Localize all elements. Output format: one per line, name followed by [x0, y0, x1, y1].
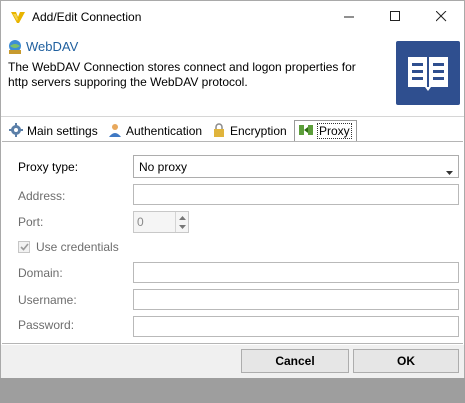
address-label: Address:: [18, 189, 66, 203]
window-title: Add/Edit Connection: [32, 10, 142, 24]
tab-label: Encryption: [230, 124, 287, 138]
proxy-type-select[interactable]: No proxy: [133, 155, 459, 178]
tab-main-settings[interactable]: Main settings: [5, 121, 102, 141]
minimize-icon[interactable]: [326, 1, 372, 32]
dialog-window: Add/Edit Connection WebDAV The WebDAV Co…: [0, 0, 465, 378]
tab-label: Main settings: [27, 124, 98, 138]
lock-icon: [212, 122, 226, 140]
maximize-icon[interactable]: [372, 1, 418, 32]
domain-input[interactable]: [133, 262, 459, 283]
proxy-panel: Proxy type: No proxy Address: Port: 0 Us…: [2, 141, 463, 344]
spin-up-icon[interactable]: [178, 213, 187, 222]
proxy-icon: [299, 123, 313, 140]
title-bar: Add/Edit Connection: [1, 1, 464, 32]
username-label: Username:: [18, 293, 77, 307]
password-label: Password:: [18, 318, 75, 332]
close-icon[interactable]: [418, 1, 464, 32]
tab-strip: Main settings Authentication Encryption: [1, 119, 464, 141]
spinner-buttons: [175, 212, 188, 232]
checkbox-box: [18, 241, 30, 253]
port-label: Port:: [18, 215, 44, 229]
app-logo-icon: [10, 10, 26, 24]
address-input[interactable]: [133, 184, 459, 205]
dialog-footer: Cancel OK: [1, 345, 464, 378]
password-input[interactable]: [133, 316, 459, 337]
header-description: The WebDAV Connection stores connect and…: [8, 60, 356, 89]
spin-down-icon[interactable]: [178, 222, 187, 231]
use-credentials-checkbox[interactable]: Use credentials: [18, 240, 119, 254]
tab-encryption[interactable]: Encryption: [208, 121, 291, 141]
tab-proxy[interactable]: Proxy: [294, 120, 357, 141]
tab-label: Proxy: [317, 123, 352, 139]
cancel-button[interactable]: Cancel: [241, 349, 349, 373]
username-input[interactable]: [133, 289, 459, 310]
checkmark-icon: [19, 243, 29, 251]
proxy-type-value: No proxy: [139, 159, 188, 174]
user-icon: [108, 123, 122, 140]
domain-label: Domain:: [18, 266, 63, 280]
book-icon: [396, 41, 460, 105]
tab-label: Authentication: [126, 124, 203, 138]
header-title: WebDAV: [26, 39, 79, 54]
dialog-header: WebDAV The WebDAV Connection stores conn…: [1, 32, 464, 117]
proxy-type-label: Proxy type:: [18, 160, 79, 174]
tab-authentication[interactable]: Authentication: [104, 121, 206, 141]
port-value: 0: [137, 215, 144, 229]
gear-icon: [9, 122, 23, 140]
port-spinner[interactable]: 0: [133, 211, 189, 233]
chevron-down-icon: [446, 164, 453, 178]
use-credentials-label: Use credentials: [36, 240, 119, 254]
ok-button[interactable]: OK: [353, 349, 459, 373]
webdav-icon: [7, 39, 23, 55]
